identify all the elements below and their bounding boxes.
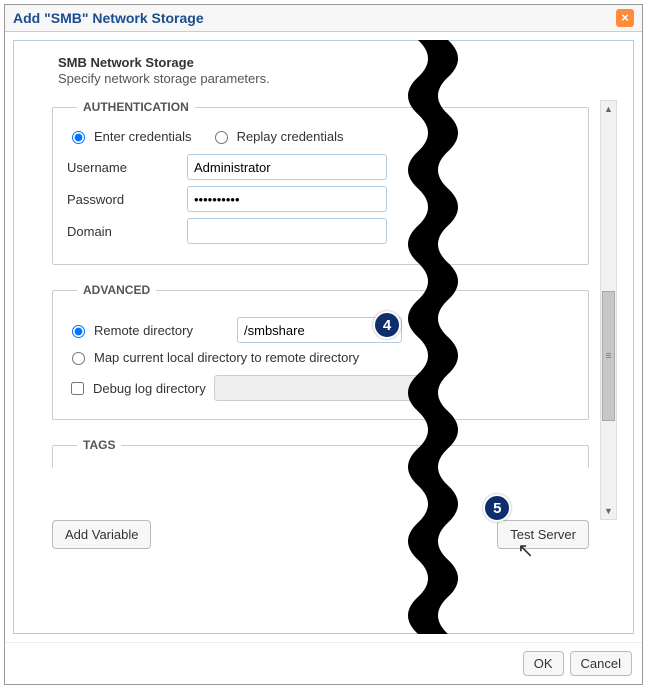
advanced-group: ADVANCED Remote directory 4 <box>52 283 589 420</box>
enter-credentials-input[interactable] <box>72 131 85 144</box>
replay-credentials-radio[interactable]: Replay credentials <box>210 128 344 144</box>
dialog-window: Add "SMB" Network Storage × SMB Network … <box>4 4 643 685</box>
tags-legend: TAGS <box>77 438 121 452</box>
tags-group: TAGS <box>52 438 589 468</box>
page-title: SMB Network Storage <box>58 55 617 70</box>
map-directory-radio[interactable]: Map current local directory to remote di… <box>67 349 359 365</box>
bottom-button-row: Add Variable 5 Test Server ↖ <box>52 520 589 549</box>
cancel-button[interactable]: Cancel <box>570 651 632 676</box>
debug-log-checkbox[interactable]: Debug log directory <box>67 379 206 398</box>
authentication-group: AUTHENTICATION Enter credentials Replay … <box>52 100 589 265</box>
ok-button[interactable]: OK <box>523 651 564 676</box>
callout-4: 4 <box>373 311 401 339</box>
scrollbar-thumb[interactable] <box>602 291 615 421</box>
debug-log-label: Debug log directory <box>93 381 206 396</box>
map-directory-input[interactable] <box>72 352 85 365</box>
authentication-legend: AUTHENTICATION <box>77 100 195 114</box>
replay-credentials-label: Replay credentials <box>237 129 344 144</box>
remote-directory-radio[interactable]: Remote directory <box>67 322 237 338</box>
test-server-button[interactable]: Test Server <box>497 520 589 549</box>
page-subtitle: Specify network storage parameters. <box>58 71 617 86</box>
username-label: Username <box>67 160 187 175</box>
remote-directory-label: Remote directory <box>94 323 193 338</box>
replay-credentials-input[interactable] <box>215 131 228 144</box>
username-field[interactable] <box>187 154 387 180</box>
domain-label: Domain <box>67 224 187 239</box>
domain-field[interactable] <box>187 218 387 244</box>
dialog-title: Add "SMB" Network Storage <box>13 10 204 26</box>
content-frame: SMB Network Storage Specify network stor… <box>13 40 634 634</box>
enter-credentials-label: Enter credentials <box>94 129 192 144</box>
close-icon[interactable]: × <box>616 9 634 27</box>
dialog-footer: OK Cancel <box>5 642 642 684</box>
header-block: SMB Network Storage Specify network stor… <box>58 55 617 86</box>
scrollbar[interactable]: ▲ ▼ <box>600 100 617 520</box>
enter-credentials-radio[interactable]: Enter credentials <box>67 128 192 144</box>
advanced-legend: ADVANCED <box>77 283 156 297</box>
scroll-down-icon[interactable]: ▼ <box>601 503 616 519</box>
scroll-area: AUTHENTICATION Enter credentials Replay … <box>30 100 617 520</box>
password-label: Password <box>67 192 187 207</box>
debug-log-input[interactable] <box>71 382 84 395</box>
remote-directory-input[interactable] <box>72 325 85 338</box>
map-directory-label: Map current local directory to remote di… <box>94 350 359 365</box>
scroll-up-icon[interactable]: ▲ <box>601 101 616 117</box>
password-field[interactable] <box>187 186 387 212</box>
add-variable-button[interactable]: Add Variable <box>52 520 151 549</box>
debug-log-field[interactable] <box>214 375 434 401</box>
title-bar: Add "SMB" Network Storage × <box>5 5 642 32</box>
